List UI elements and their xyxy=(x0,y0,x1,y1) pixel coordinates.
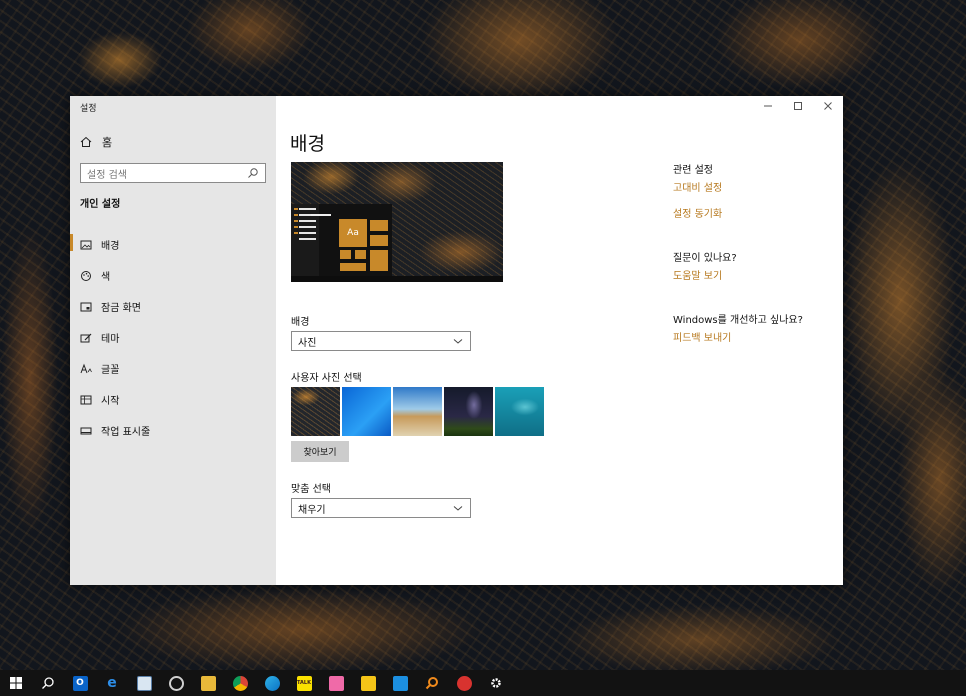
preview-bar xyxy=(311,214,331,216)
preview-aa-tile: Aa xyxy=(339,219,367,247)
preview-taskbar xyxy=(291,276,503,282)
search-icon[interactable] xyxy=(32,670,64,696)
sidebar-item-label: 테마 xyxy=(101,334,120,345)
picture-thumbnail-windows[interactable] xyxy=(342,387,391,436)
section-title: 개인 설정 xyxy=(80,199,121,210)
help-link[interactable]: 도움말 보기 xyxy=(673,267,722,282)
picture-thumbnail-night-sky[interactable] xyxy=(444,387,493,436)
background-label: 배경 xyxy=(291,317,310,328)
close-icon[interactable] xyxy=(813,96,843,116)
sidebar-item-label: 잠금 화면 xyxy=(101,303,141,314)
window-controls xyxy=(753,96,843,116)
fit-select-value: 채우기 xyxy=(298,504,326,516)
magnifier-icon[interactable] xyxy=(416,670,448,696)
search-icon[interactable] xyxy=(247,167,259,179)
sidebar-item-lock-screen[interactable]: 잠금 화면 xyxy=(70,291,276,322)
background-select-value: 사진 xyxy=(298,337,317,349)
app-icon[interactable] xyxy=(256,670,288,696)
kakaotalk-icon[interactable]: TALK xyxy=(288,670,320,696)
app3-icon[interactable] xyxy=(352,670,384,696)
sidebar-item-taskbar[interactable]: 작업 표시줄 xyxy=(70,415,276,446)
font-icon xyxy=(80,363,92,375)
sidebar-item-label: 글꼴 xyxy=(101,365,120,376)
chevron-down-icon xyxy=(452,335,464,347)
sidebar-item-theme[interactable]: 테마 xyxy=(70,322,276,353)
sidebar-home[interactable]: 홈 xyxy=(80,134,112,150)
background-preview: Aa xyxy=(291,162,503,282)
maximize-icon[interactable] xyxy=(783,96,813,116)
theme-icon xyxy=(80,332,92,344)
chevron-down-icon xyxy=(452,502,464,514)
picture-thumbnail-beach[interactable] xyxy=(393,387,442,436)
search-input[interactable]: 설정 검색 xyxy=(80,163,266,183)
sidebar-nav: 배경 색 잠금 화면 테마 글꼴 시작 작업 표시줄 xyxy=(70,229,276,446)
palette-icon xyxy=(80,270,92,282)
browse-button[interactable]: 찾아보기 xyxy=(291,441,349,462)
outlook-icon[interactable]: O xyxy=(64,670,96,696)
main-content: 배경 Aa 배경 사진 사용자 사진 선택 찾아보기 맞춤 선택 채우기 xyxy=(290,96,650,585)
sidebar-item-color[interactable]: 색 xyxy=(70,260,276,291)
recycle-icon[interactable] xyxy=(160,670,192,696)
sidebar-item-background[interactable]: 배경 xyxy=(70,229,276,260)
choose-picture-label: 사용자 사진 선택 xyxy=(291,373,362,384)
app4-icon[interactable] xyxy=(384,670,416,696)
home-label: 홈 xyxy=(102,136,113,149)
page-title: 배경 xyxy=(290,133,325,155)
related-heading: 관련 설정 xyxy=(673,165,713,176)
app2-icon[interactable] xyxy=(320,670,352,696)
home-icon xyxy=(80,136,92,148)
chrome-icon[interactable] xyxy=(224,670,256,696)
start-icon xyxy=(80,394,92,406)
fit-select[interactable]: 채우기 xyxy=(291,498,471,518)
notepad-icon[interactable] xyxy=(128,670,160,696)
high-contrast-link[interactable]: 고대비 설정 xyxy=(673,179,722,194)
lock-screen-icon xyxy=(80,301,92,313)
sidebar-item-start[interactable]: 시작 xyxy=(70,384,276,415)
start-icon[interactable] xyxy=(0,670,32,696)
search-placeholder: 설정 검색 xyxy=(87,169,127,181)
taskbar: O e TALK xyxy=(0,670,966,696)
improve-heading: Windows를 개선하고 싶나요? xyxy=(673,315,803,326)
sidebar-item-label: 색 xyxy=(101,272,111,283)
sync-settings-link[interactable]: 설정 동기화 xyxy=(673,205,722,220)
question-heading: 질문이 있나요? xyxy=(673,253,737,264)
picture-thumbnails xyxy=(291,387,544,436)
preview-tiles: Aa xyxy=(339,219,389,272)
window-title: 설정 xyxy=(80,104,97,114)
background-select[interactable]: 사진 xyxy=(291,331,471,351)
sidebar-item-label: 시작 xyxy=(101,396,120,407)
fit-label: 맞춤 선택 xyxy=(291,484,331,495)
sidebar: 설정 홈 설정 검색 개인 설정 배경 색 잠금 화면 테마 글꼴 시작 작업 … xyxy=(70,96,276,585)
picture-thumbnail-underwater[interactable] xyxy=(495,387,544,436)
settings-icon[interactable] xyxy=(480,670,512,696)
sidebar-item-label: 배경 xyxy=(101,241,120,252)
edge-icon[interactable]: e xyxy=(96,670,128,696)
sidebar-item-fonts[interactable]: 글꼴 xyxy=(70,353,276,384)
picture-thumbnail-city[interactable] xyxy=(291,387,340,436)
file-explorer-icon[interactable] xyxy=(192,670,224,696)
app5-icon[interactable] xyxy=(448,670,480,696)
feedback-link[interactable]: 피드백 보내기 xyxy=(673,329,731,344)
sidebar-item-label: 작업 표시줄 xyxy=(101,427,151,438)
taskbar-icon xyxy=(80,425,92,437)
image-icon xyxy=(80,239,92,251)
settings-window: 설정 홈 설정 검색 개인 설정 배경 색 잠금 화면 테마 글꼴 시작 작업 … xyxy=(70,96,843,585)
minimize-icon[interactable] xyxy=(753,96,783,116)
